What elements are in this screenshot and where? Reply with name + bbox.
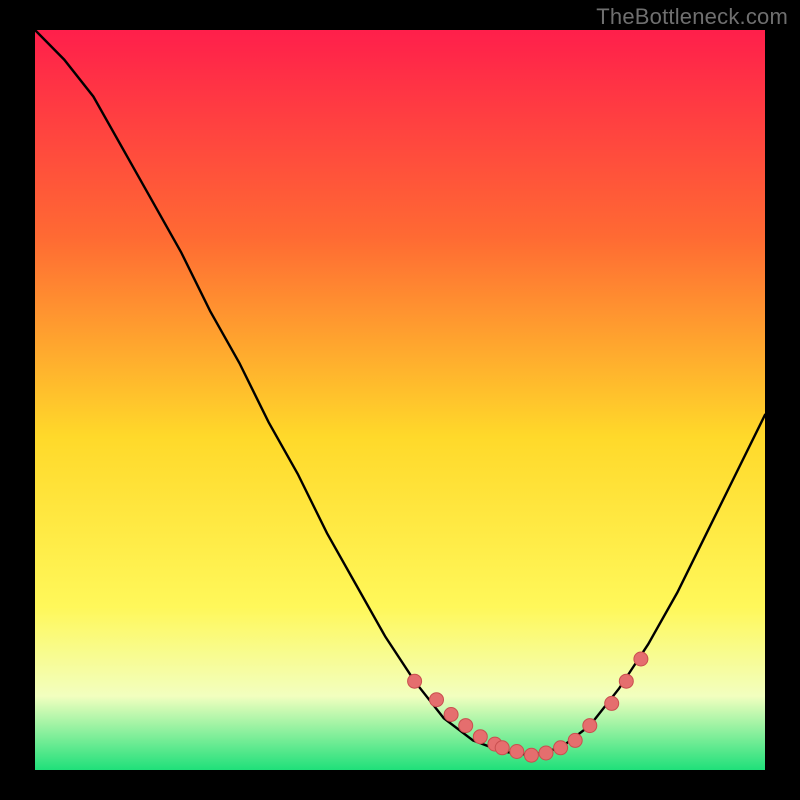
marker-dot — [583, 719, 597, 733]
marker-dot — [568, 733, 582, 747]
plot-svg — [35, 30, 765, 770]
marker-dot — [408, 674, 422, 688]
marker-dot — [619, 674, 633, 688]
marker-dot — [605, 696, 619, 710]
attribution-label: TheBottleneck.com — [596, 4, 788, 30]
marker-dot — [524, 748, 538, 762]
marker-dot — [510, 745, 524, 759]
marker-dot — [495, 741, 509, 755]
marker-dot — [473, 730, 487, 744]
plot-area — [35, 30, 765, 770]
marker-dot — [539, 746, 553, 760]
marker-dot — [634, 652, 648, 666]
marker-dot — [444, 708, 458, 722]
chart-stage: TheBottleneck.com — [0, 0, 800, 800]
marker-dot — [459, 719, 473, 733]
marker-dot — [554, 741, 568, 755]
marker-dot — [430, 693, 444, 707]
